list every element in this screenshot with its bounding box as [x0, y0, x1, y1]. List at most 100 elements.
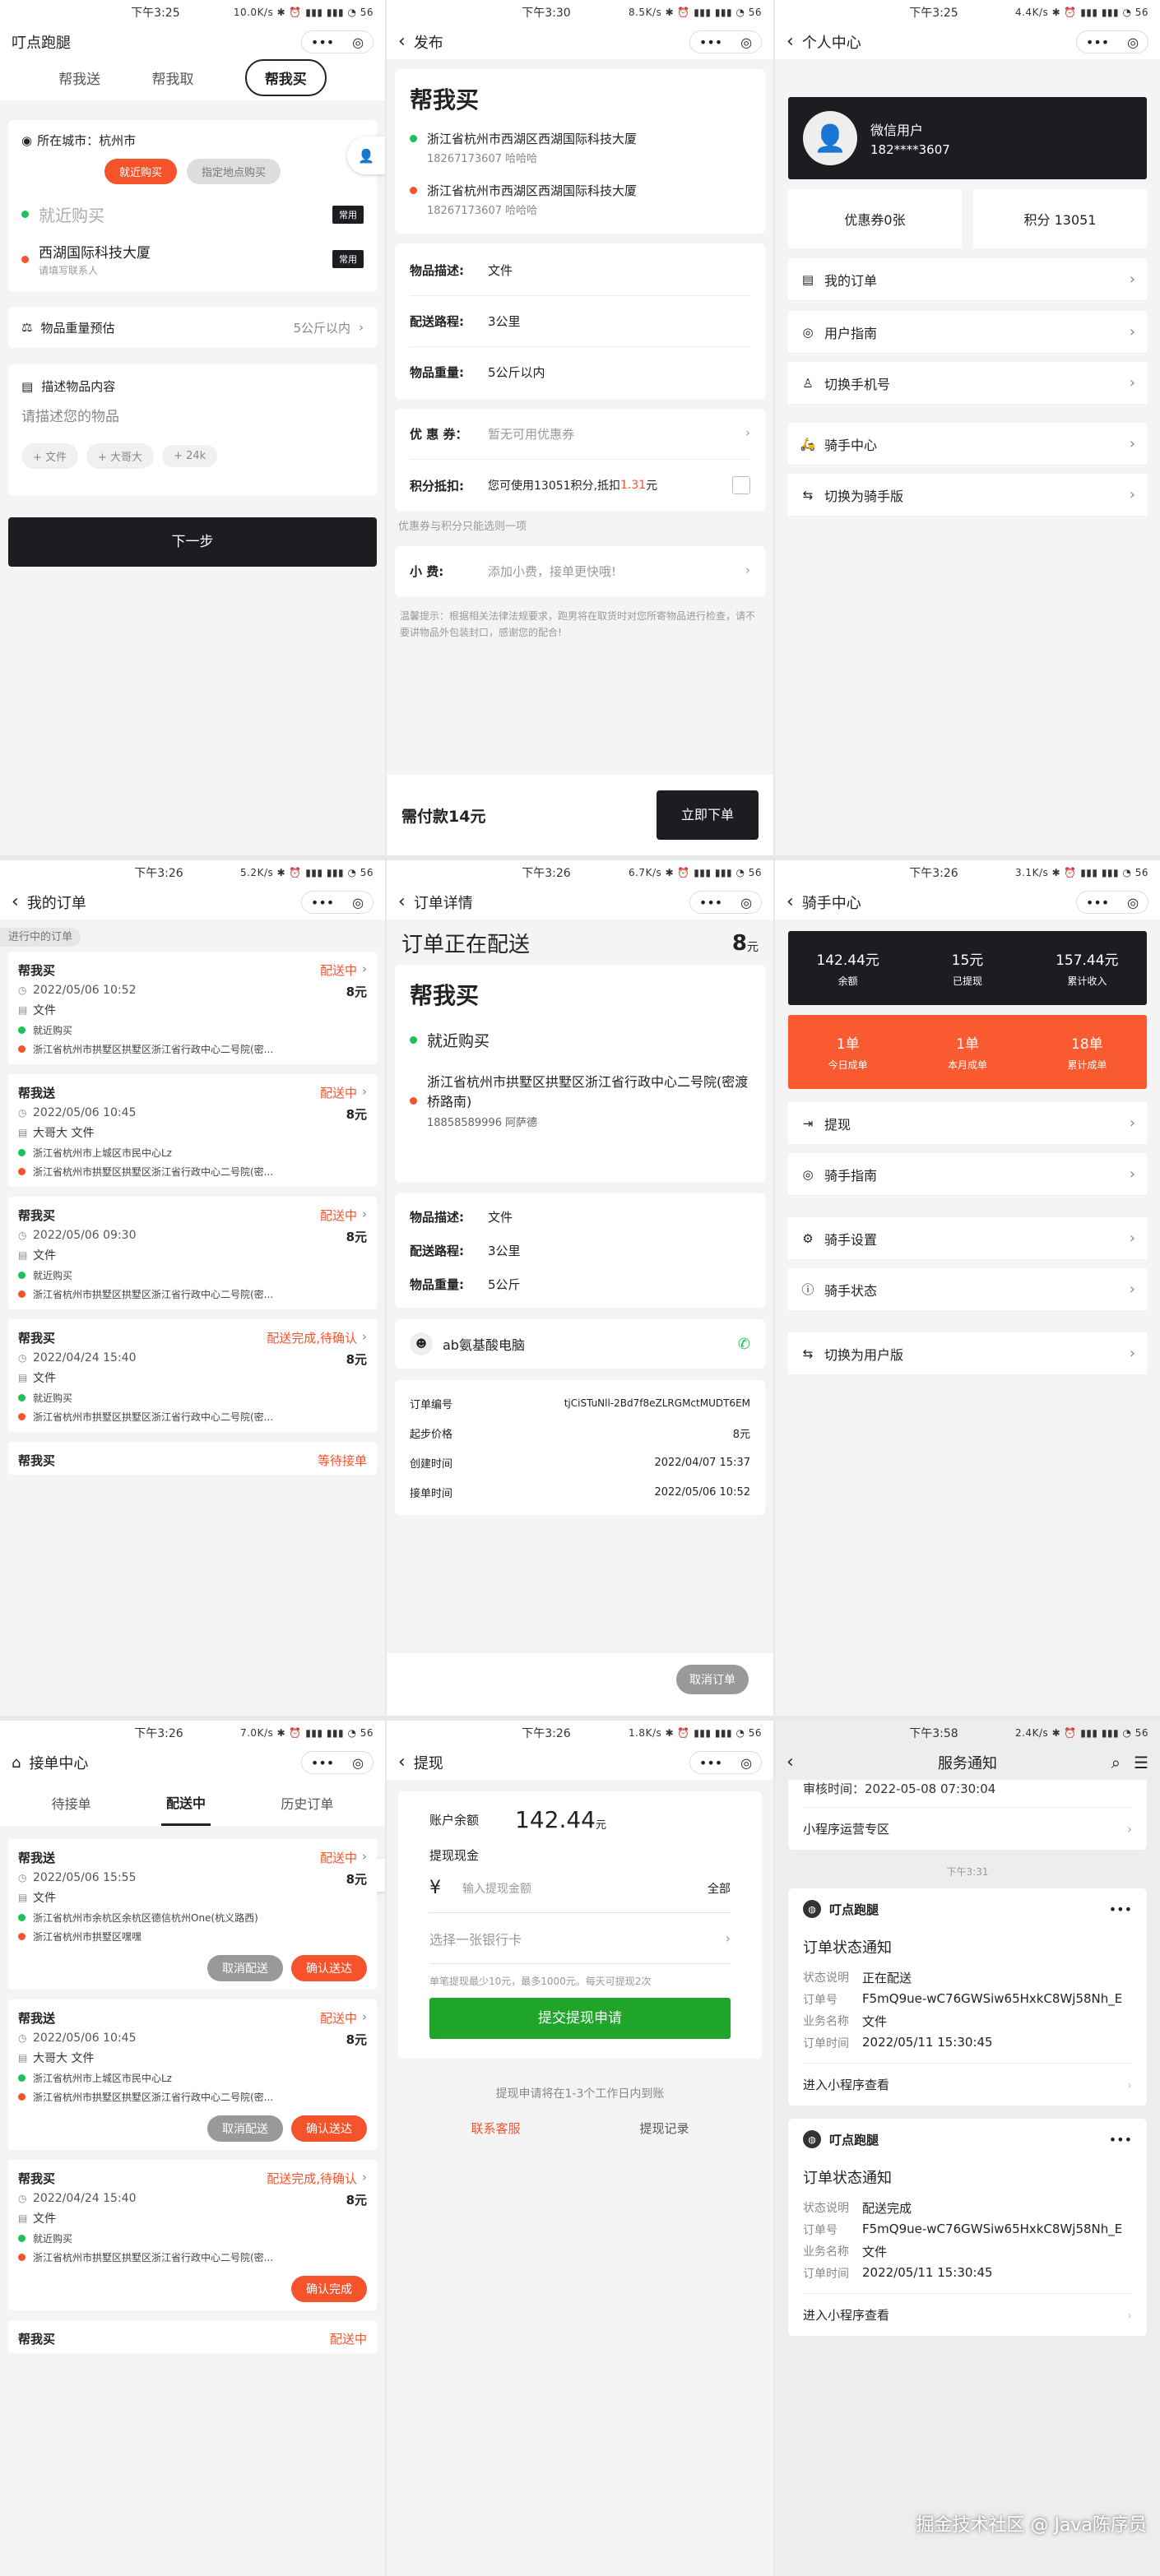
near-buy-field[interactable]: 就近购买: [39, 202, 104, 226]
back-icon[interactable]: ‹: [786, 893, 794, 911]
chip-gold[interactable]: + 24k: [162, 445, 218, 467]
contact-service-link[interactable]: 联系客服: [471, 2120, 520, 2137]
more-icon[interactable]: •••: [1109, 1902, 1132, 1917]
tab-pending[interactable]: 待接单: [52, 1793, 91, 1813]
coupon-row[interactable]: 优 惠 券： 暂无可用优惠券 ›: [410, 409, 750, 460]
user-float-icon[interactable]: 👤: [347, 137, 385, 174]
cancel-delivery-button[interactable]: 取消配送: [207, 2115, 283, 2142]
common-tag-2[interactable]: 常用: [332, 250, 364, 268]
search-icon[interactable]: ⌕: [1111, 1753, 1121, 1772]
desc-input[interactable]: 请描述您的物品: [21, 405, 364, 425]
points-checkbox[interactable]: [732, 476, 750, 494]
capsule-menu[interactable]: ••• ◎: [301, 891, 374, 914]
home-icon[interactable]: ⌂: [12, 1754, 21, 1772]
menu-rider-guide[interactable]: ◎ 骑手指南 ›: [788, 1153, 1147, 1196]
back-icon[interactable]: ‹: [398, 33, 406, 51]
menu-rider-status[interactable]: ⓘ 骑手状态 ›: [788, 1268, 1147, 1311]
open-miniprogram-link[interactable]: 进入小程序查看 ›: [803, 2293, 1132, 2336]
cancel-delivery-button[interactable]: 取消配送: [207, 1955, 283, 1981]
tip-key: 小 费:: [410, 564, 444, 579]
more-icon[interactable]: •••: [1086, 895, 1109, 910]
address-text[interactable]: 西湖国际科技大厦: [39, 241, 151, 262]
order-card[interactable]: 帮我送 配送中 › 8元 ◷ 2022/05/06 10:45 ▤ 大哥大 文件 浙江省杭州市上…: [8, 1999, 377, 2150]
order-card[interactable]: 帮我送 配送中 › 8元 ◷ 2022/05/06 10:45 ▤ 大哥大 文件 浙江省杭州市上…: [8, 1074, 377, 1187]
menu-rider-settings[interactable]: ⚙ 骑手设置 ›: [788, 1217, 1147, 1260]
close-target-icon[interactable]: ◎: [740, 35, 752, 50]
menu-user-guide[interactable]: ◎ 用户指南 ›: [788, 311, 1147, 354]
close-target-icon[interactable]: ◎: [740, 1755, 752, 1771]
tab-history[interactable]: 历史订单: [281, 1793, 333, 1813]
capsule-menu[interactable]: ••• ◎: [689, 891, 762, 914]
amount-input[interactable]: 输入提现金额: [462, 1880, 531, 1897]
user-card[interactable]: 👤 微信用户 182****3607: [788, 97, 1147, 179]
confirm-delivery-button[interactable]: 确认送达: [291, 2115, 367, 2142]
coupon-box[interactable]: 优惠券0张: [788, 189, 962, 248]
close-target-icon[interactable]: ◎: [352, 35, 364, 50]
ops-link[interactable]: 小程序运营专区 ›: [803, 1807, 1132, 1850]
order-card[interactable]: 帮我买 等待接单: [8, 1442, 377, 1475]
close-target-icon[interactable]: ◎: [1127, 35, 1139, 50]
bank-card-select[interactable]: 选择一张银行卡 ›: [429, 1913, 731, 1964]
back-icon[interactable]: ‹: [12, 893, 19, 911]
close-target-icon[interactable]: ◎: [1127, 895, 1139, 910]
tab-delivering[interactable]: 配送中: [160, 1781, 211, 1826]
open-miniprogram-link[interactable]: 进入小程序查看 ›: [803, 2063, 1132, 2106]
more-icon[interactable]: •••: [311, 1755, 334, 1771]
more-icon[interactable]: •••: [1086, 35, 1109, 50]
order-card[interactable]: 帮我买 配送完成,待确认 › 8元 ◷ 2022/04/24 15:40 ▤ 文件 就近购买 浙江…: [8, 2160, 377, 2310]
phone-icon[interactable]: ✆: [738, 1336, 750, 1353]
more-icon[interactable]: •••: [1109, 2132, 1132, 2147]
menu-switch-user[interactable]: ⇆ 切换为用户版 ›: [788, 1332, 1147, 1375]
end-dot: [410, 1097, 417, 1105]
capsule-menu[interactable]: ••• ◎: [1076, 891, 1148, 914]
common-tag[interactable]: 常用: [332, 205, 364, 224]
submit-order-button[interactable]: 立即下单: [657, 790, 759, 840]
tab-buy[interactable]: 帮我买: [244, 58, 327, 96]
chip-file[interactable]: + 文件: [21, 443, 79, 469]
box-icon: ▤: [18, 2052, 28, 2064]
tab-fetch[interactable]: 帮我取: [151, 67, 193, 88]
withdraw-record-link[interactable]: 提现记录: [639, 2120, 689, 2137]
submit-withdraw-button[interactable]: 提交提现申请: [429, 1998, 731, 2039]
back-icon[interactable]: ‹: [786, 33, 794, 51]
near-buy-button[interactable]: 就近购买: [104, 159, 177, 184]
capsule-menu[interactable]: ••• ◎: [301, 30, 374, 53]
points-box[interactable]: 积分 13051: [973, 189, 1147, 248]
back-icon[interactable]: ‹: [398, 1754, 406, 1772]
confirm-delivery-button[interactable]: 确认送达: [291, 1955, 367, 1981]
confirm-delivery-button[interactable]: 确认完成: [291, 2276, 367, 2302]
tip-row[interactable]: 小 费: 添加小费，接单更快哦! ›: [395, 546, 765, 596]
order-card[interactable]: 帮我买 配送完成,待确认 › 8元 ◷ 2022/04/24 15:40 ▤ 文件 就近购买 浙江…: [8, 1319, 377, 1432]
weight-row[interactable]: ⚖ 物品重量预估 5公斤以内 ›: [8, 307, 377, 348]
menu-switch-phone[interactable]: ♙ 切换手机号 ›: [788, 362, 1147, 405]
cancel-order-button[interactable]: 取消订单: [676, 1665, 749, 1694]
menu-icon[interactable]: ☰: [1134, 1753, 1148, 1772]
menu-withdraw[interactable]: ⇥ 提现 ›: [788, 1102, 1147, 1145]
back-icon[interactable]: ‹: [398, 893, 406, 911]
order-card[interactable]: 帮我送 配送中 › 8元 ◷ 2022/05/06 15:55 ▤ 文件 浙江省杭州市余杭区余杭…: [8, 1839, 377, 1990]
menu-switch-rider[interactable]: ⇆ 切换为骑手版 ›: [788, 474, 1147, 517]
tab-send[interactable]: 帮我送: [58, 67, 100, 88]
close-target-icon[interactable]: ◎: [352, 895, 364, 910]
more-icon[interactable]: •••: [699, 895, 722, 910]
order-card[interactable]: 帮我买 配送中: [8, 2320, 377, 2353]
more-icon[interactable]: •••: [311, 35, 334, 50]
more-icon[interactable]: •••: [699, 1755, 722, 1771]
specified-buy-button[interactable]: 指定地点购买: [187, 159, 281, 184]
next-button[interactable]: 下一步: [8, 517, 377, 567]
order-card[interactable]: 帮我买 配送中 › 8元 ◷ 2022/05/06 10:52 ▤ 文件 就近购买 浙江省杭州市拱…: [8, 952, 377, 1064]
more-icon[interactable]: •••: [311, 895, 334, 910]
capsule-menu[interactable]: ••• ◎: [1076, 30, 1148, 53]
back-icon[interactable]: ‹: [786, 1754, 794, 1772]
capsule-menu[interactable]: ••• ◎: [301, 1751, 374, 1774]
more-icon[interactable]: •••: [699, 35, 722, 50]
menu-my-orders[interactable]: ▤ 我的订单 ›: [788, 258, 1147, 301]
close-target-icon[interactable]: ◎: [352, 1755, 364, 1771]
capsule-menu[interactable]: ••• ◎: [689, 30, 762, 53]
capsule-menu[interactable]: ••• ◎: [689, 1751, 762, 1774]
order-card[interactable]: 帮我买 配送中 › 8元 ◷ 2022/05/06 09:30 ▤ 文件 就近购买 浙江省杭州市拱…: [8, 1197, 377, 1309]
chip-phone[interactable]: + 大哥大: [86, 443, 155, 469]
close-target-icon[interactable]: ◎: [740, 895, 752, 910]
all-button[interactable]: 全部: [708, 1880, 731, 1897]
menu-rider-center[interactable]: 🛵 骑手中心 ›: [788, 423, 1147, 466]
